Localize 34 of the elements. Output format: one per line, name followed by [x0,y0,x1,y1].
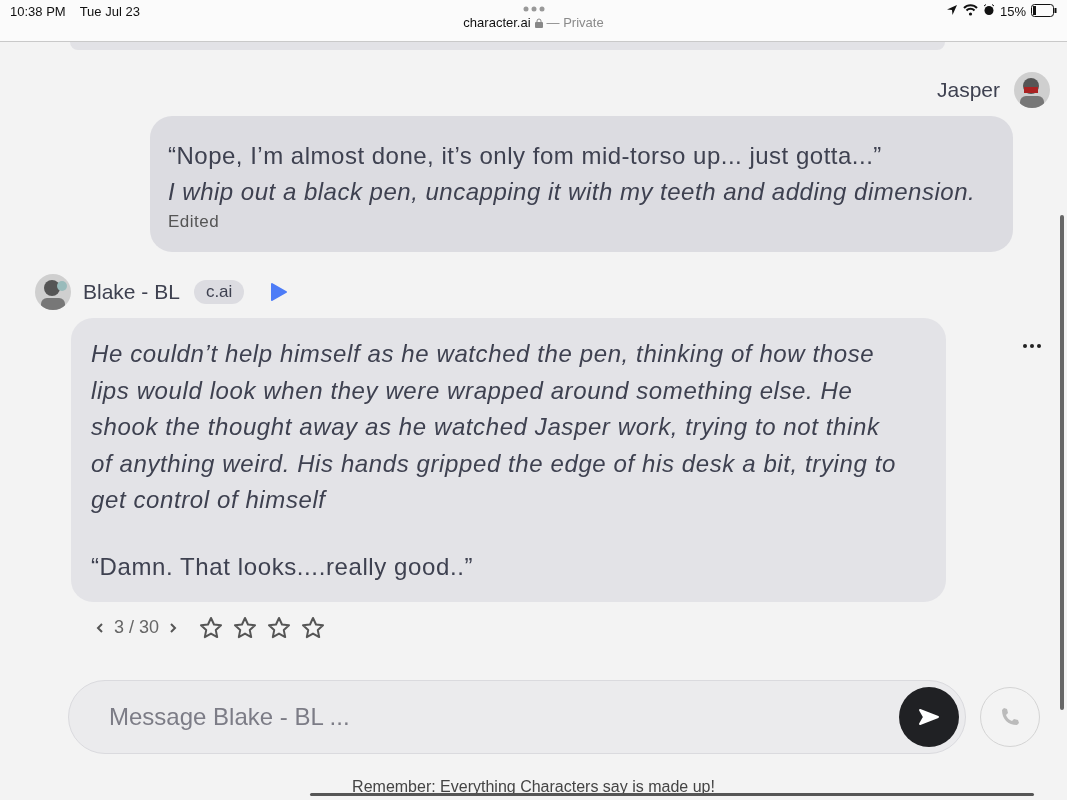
more-icon[interactable] [1023,344,1041,348]
privacy-label: — Private [546,15,604,30]
url-text[interactable]: character.ai [463,15,531,30]
message-text: He couldn’t help himself as he watched the pen, thinking of how those lips would look when they were wrapped around something else. He shook the thought away as he watched Jasper work, trying to not think of anything weird. His hands gripped the edge of his desk a bit, trying to get control of himself [91,339,897,516]
avatar-icon [1014,72,1050,108]
chevron-left-icon[interactable] [96,621,104,634]
clock-time: 10:38 PM [10,4,66,21]
lock-icon [534,17,543,28]
chevron-right-icon[interactable] [169,621,178,634]
edited-label: Edited [168,211,221,233]
scrollbar[interactable] [1060,215,1064,710]
page-counter: 3 / 30 [114,617,160,639]
star-icon[interactable] [267,615,292,640]
message-text: “Damn. That looks....really good..” [91,551,475,582]
message-input[interactable]: Message Blake - BL ... [107,701,899,732]
user-name: Jasper [936,78,1000,102]
send-button[interactable] [899,686,959,747]
status-date: Tue Jul 23 [79,4,140,21]
wifi-icon [962,4,978,16]
battery-icon [1031,4,1057,17]
star-icon[interactable] [301,615,326,640]
message-text: “Nope, I’m almost done, it’s only fom mid-torso up... just gotta...” [168,141,883,171]
character-name: Blake - BL [83,280,180,304]
star-icon[interactable] [233,615,258,640]
message-text: I whip out a black pen, uncapping it with my teeth and adding dimension. [168,177,977,207]
alarm-icon [982,4,995,16]
star-icon[interactable] [199,615,224,640]
avatar-icon [35,274,71,310]
battery-percent: 15% [999,4,1026,19]
play-icon[interactable] [270,282,289,302]
location-icon [945,4,958,16]
character-badge: c.ai [193,280,245,304]
composer-bar[interactable]: Message Blake - BL ... [68,679,966,754]
send-icon [917,706,941,727]
